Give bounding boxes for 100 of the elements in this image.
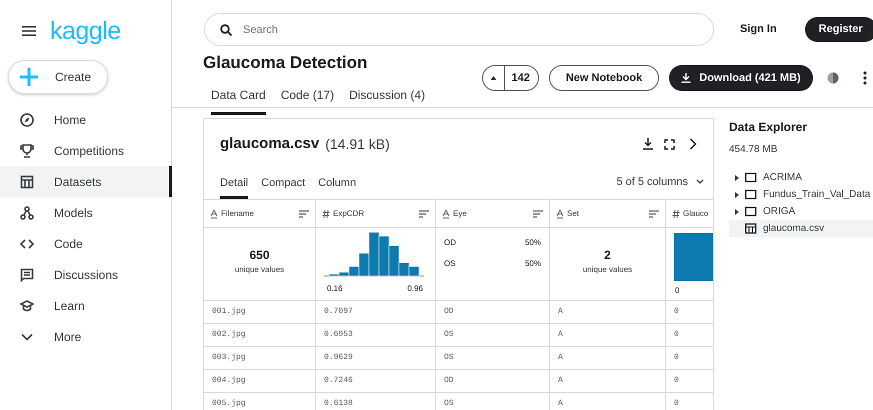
view-tab[interactable]: Column <box>318 174 356 199</box>
sort-icon <box>419 210 429 218</box>
table-cell: 001.jpg <box>204 301 316 324</box>
tree-item[interactable]: Fundus_Train_Val_Data <box>729 186 873 203</box>
table-cell: OS <box>436 324 550 347</box>
axis-min-label: 0 <box>675 285 680 297</box>
table-icon <box>745 223 757 234</box>
table-cell: 0.9629 <box>316 347 436 370</box>
sidebar-item[interactable]: Datasets <box>0 166 172 197</box>
table-cell: 004.jpg <box>204 370 316 393</box>
table-cell: A <box>550 324 666 347</box>
category-label: OS <box>444 258 456 270</box>
unique-count: 2 <box>604 247 611 264</box>
text-type-icon <box>556 208 564 218</box>
create-button[interactable]: Create <box>8 60 108 94</box>
comment-icon <box>20 268 34 282</box>
tab[interactable]: Data Card <box>211 86 266 115</box>
table-cell: 0.7097 <box>316 301 436 324</box>
plus-icon <box>19 67 39 87</box>
dataset-title: Glaucoma Detection <box>203 54 368 71</box>
menu-icon <box>22 25 36 37</box>
column-header[interactable]: Glauco <box>683 208 708 220</box>
tab[interactable]: Discussion (4) <box>349 86 426 115</box>
table-cell: 0.6953 <box>316 324 436 347</box>
table-cell: 0.7246 <box>316 370 436 393</box>
trophy-icon <box>20 144 34 158</box>
category-label: OD <box>444 237 456 249</box>
column-header[interactable]: ExpCDR <box>333 208 364 220</box>
tab[interactable]: Code (17) <box>280 86 334 115</box>
column-header[interactable]: Set <box>567 208 580 220</box>
table-cell: OD <box>436 301 550 324</box>
axis-max-label: 0.96 <box>407 283 423 295</box>
table-cell: 0 <box>666 324 713 347</box>
fullscreen-icon <box>664 138 675 150</box>
view-tab[interactable]: Detail <box>220 174 248 199</box>
table-cell: OD <box>436 370 550 393</box>
sidebar-item[interactable]: Discussions <box>0 259 172 290</box>
unique-label: unique values <box>234 264 284 276</box>
folder-icon <box>745 189 757 200</box>
sphere-icon <box>826 72 839 84</box>
hash-icon <box>322 208 330 218</box>
sidebar-item[interactable]: Competitions <box>0 135 172 166</box>
folder-icon <box>745 172 757 183</box>
search-field[interactable]: Search <box>204 13 714 46</box>
table-cell: 002.jpg <box>204 324 316 347</box>
sidebar-item[interactable]: Models <box>0 197 172 228</box>
view-tab[interactable]: Compact <box>261 174 306 199</box>
hash-icon <box>672 208 680 218</box>
table-cell: A <box>550 301 666 324</box>
table-cell: 003.jpg <box>204 347 316 370</box>
table-cell: OS <box>436 393 550 410</box>
download-button[interactable]: Download (421 MB) <box>669 65 813 91</box>
panel-title: Data Explorer <box>729 119 808 136</box>
table-cell: A <box>550 347 666 370</box>
nodes-icon <box>20 206 34 220</box>
caret-right-icon <box>735 174 739 180</box>
table-cell: 0 <box>666 393 713 410</box>
download-icon <box>681 73 692 83</box>
file-name: glaucoma.csv <box>220 134 320 154</box>
more-options-icon <box>862 71 867 85</box>
table-cell: 005.jpg <box>204 393 316 410</box>
code-icon <box>20 236 34 250</box>
table-cell: A <box>550 370 666 393</box>
unique-count: 650 <box>249 247 270 264</box>
dataset-size: 454.78 MB <box>729 143 778 157</box>
new-notebook-button[interactable]: New Notebook <box>548 65 660 91</box>
sidebar-item[interactable]: Home <box>0 104 172 135</box>
register-button[interactable]: Register <box>804 17 873 42</box>
table-cell: 0 <box>666 301 713 324</box>
table-cell: 0 <box>666 370 713 393</box>
file-size: (14.91 kB) <box>325 134 390 154</box>
tree-item[interactable]: ORIGA <box>729 203 873 220</box>
table-cell: 0 <box>666 347 713 370</box>
chevron-down-icon <box>696 178 704 185</box>
chevron-right-icon <box>689 138 697 150</box>
table-cell: A <box>550 393 666 410</box>
unique-label: unique values <box>582 264 632 276</box>
sort-icon <box>649 210 659 218</box>
column-header[interactable]: Eye <box>453 208 467 220</box>
category-share: 50% <box>524 258 541 270</box>
text-type-icon <box>210 208 218 218</box>
sidebar-item[interactable]: Learn <box>0 290 172 321</box>
sign-in-link[interactable]: Sign In <box>739 20 778 39</box>
upvote-count: 142 <box>510 70 531 86</box>
bar-chart-bar <box>674 233 713 281</box>
sort-icon <box>533 210 543 218</box>
compass-icon <box>20 112 34 126</box>
sidebar-item[interactable]: Code <box>0 228 172 259</box>
graduation-cap-icon <box>20 298 34 312</box>
search-icon <box>220 24 232 36</box>
caret-right-icon <box>735 208 739 214</box>
tree-item[interactable]: glaucoma.csv <box>729 220 873 237</box>
columns-dropdown[interactable]: 5 of 5 columns <box>615 172 705 191</box>
upvote-button[interactable]: 142 <box>482 65 539 91</box>
text-type-icon <box>442 208 450 218</box>
sort-icon <box>299 210 309 218</box>
sidebar-item[interactable]: More <box>0 321 172 352</box>
tree-item[interactable]: ACRIMA <box>729 169 873 186</box>
column-header[interactable]: Filename <box>221 208 254 220</box>
folder-icon <box>745 206 757 217</box>
